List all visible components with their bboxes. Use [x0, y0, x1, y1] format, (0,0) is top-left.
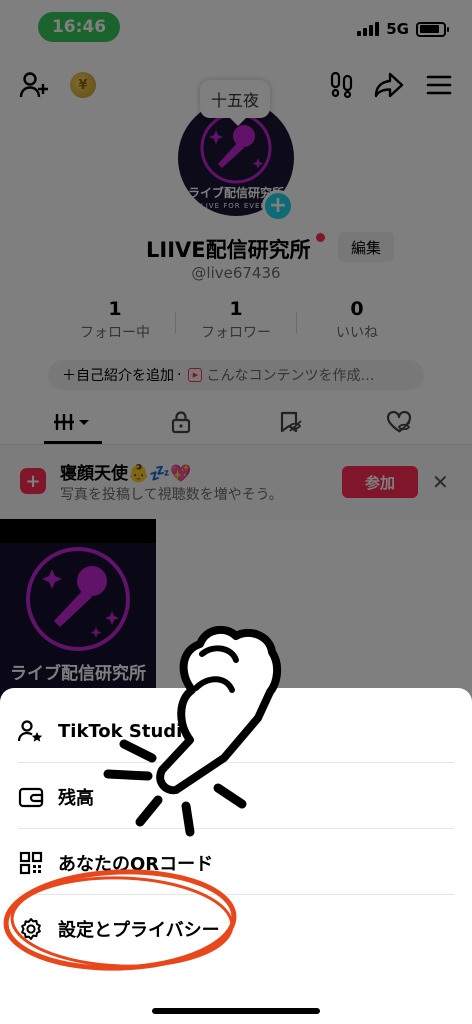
sheet-item-label: TikTok Studio — [58, 720, 195, 742]
divider — [18, 828, 454, 829]
divider — [18, 762, 454, 763]
sheet-item-label: あなたのQRコード — [58, 854, 214, 875]
sheet-item-label: 残高 — [58, 788, 94, 809]
sheet-item-label: 設定とプライバシー — [58, 920, 220, 941]
sheet-item-qr-code[interactable]: あなたのQRコード — [0, 830, 472, 896]
sheet-item-tiktok-studio[interactable]: TikTok Studio — [0, 698, 472, 764]
bottom-sheet: TikTok Studio 残高 あなたのQRコード 設定とプライバシー — [0, 688, 472, 1024]
home-indicator — [152, 1008, 320, 1014]
person-star-icon — [18, 718, 44, 744]
gear-icon — [18, 916, 44, 942]
sheet-item-balance[interactable]: 残高 — [0, 764, 472, 830]
wallet-icon — [18, 784, 44, 810]
divider — [18, 894, 454, 895]
qr-code-icon — [18, 850, 44, 876]
sheet-item-settings[interactable]: 設定とプライバシー — [0, 896, 472, 962]
